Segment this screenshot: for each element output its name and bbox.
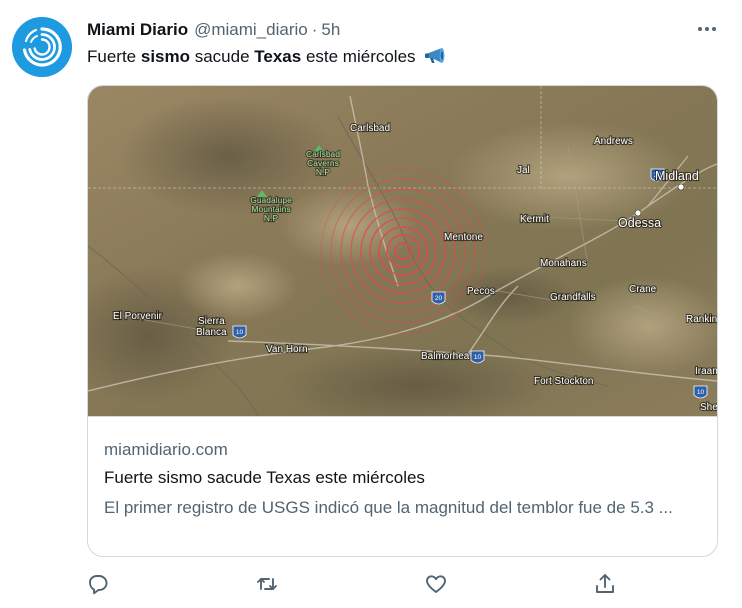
map-label: Monahans: [540, 258, 587, 269]
map-label: Carlsbad: [350, 123, 390, 134]
tweet-text-part: este miércoles: [301, 47, 416, 66]
earthquake-map-image: 20 20 10 10 10 Carlsbad Andrews Midland …: [88, 86, 717, 416]
card-divider: [88, 416, 717, 417]
share-icon: [596, 574, 614, 593]
map-label: Rankin: [686, 314, 717, 325]
park-label: N.P: [316, 167, 331, 177]
card-title: Fuerte sismo sacude Texas este miércoles: [104, 468, 425, 487]
link-card[interactable]: 20 20 10 10 10 Carlsbad Andrews Midland …: [87, 85, 718, 557]
map-label: Sierra: [198, 316, 225, 327]
map-label: Midland: [655, 169, 699, 183]
like-icon: [426, 575, 446, 593]
svg-text:10: 10: [697, 389, 705, 396]
svg-text:20: 20: [435, 295, 443, 302]
tweet-text-part: sacude: [190, 47, 255, 66]
card-description: El primer registro de USGS indicó que la…: [104, 498, 673, 517]
map-label: Fort Stockton: [534, 376, 593, 387]
like-button[interactable]: [424, 572, 448, 596]
map-label: Crane: [629, 284, 657, 295]
author-handle[interactable]: @miami_diario: [194, 20, 308, 40]
megaphone-icon: [425, 48, 445, 63]
retweet-icon: [257, 578, 277, 590]
tweet-actions: [0, 572, 742, 600]
map-label: Odessa: [618, 216, 661, 230]
map-label: Blanca: [196, 327, 227, 338]
more-options-button[interactable]: [692, 14, 722, 44]
reply-icon: [89, 575, 108, 595]
map-label: Balmorhea: [421, 351, 470, 362]
park-label: N.P: [264, 213, 279, 223]
map-label: Iraan: [695, 366, 717, 377]
tweet-text-bold: sismo: [140, 47, 190, 66]
tweet-timestamp[interactable]: 5h: [321, 20, 340, 40]
map-label: Kermit: [520, 214, 549, 225]
reply-button[interactable]: [86, 572, 110, 596]
avatar[interactable]: [12, 17, 72, 77]
map-label: Shef: [700, 402, 717, 413]
share-button[interactable]: [593, 572, 617, 596]
author-name[interactable]: Miami Diario: [87, 20, 188, 40]
card-info: miamidiario.com Fuerte sismo sacude Texa…: [104, 440, 703, 520]
map-label: Andrews: [594, 136, 633, 147]
tweet: Miami Diario @miami_diario · 5h Fuerte s…: [0, 0, 742, 608]
retweet-button[interactable]: [255, 572, 279, 596]
tweet-text: Fuerte sismo sacude Texas este miércoles: [87, 46, 717, 68]
map-label: Jal: [517, 165, 530, 176]
tweet-text-bold: Texas: [254, 47, 302, 66]
map-label: Grandfalls: [550, 292, 596, 303]
card-domain: miamidiario.com: [104, 440, 228, 459]
map-label: El Porvenir: [113, 311, 163, 322]
header-separator: ·: [311, 20, 318, 39]
tweet-text-part: Fuerte: [87, 47, 141, 66]
map-label: Mentone: [444, 232, 483, 243]
tweet-header: Miami Diario @miami_diario · 5h: [87, 18, 722, 42]
svg-text:10: 10: [236, 329, 244, 336]
svg-text:10: 10: [474, 354, 482, 361]
map-label: Van Horn: [266, 344, 308, 355]
map-label: Pecos: [467, 286, 495, 297]
spiral-logo-icon: [12, 17, 72, 77]
